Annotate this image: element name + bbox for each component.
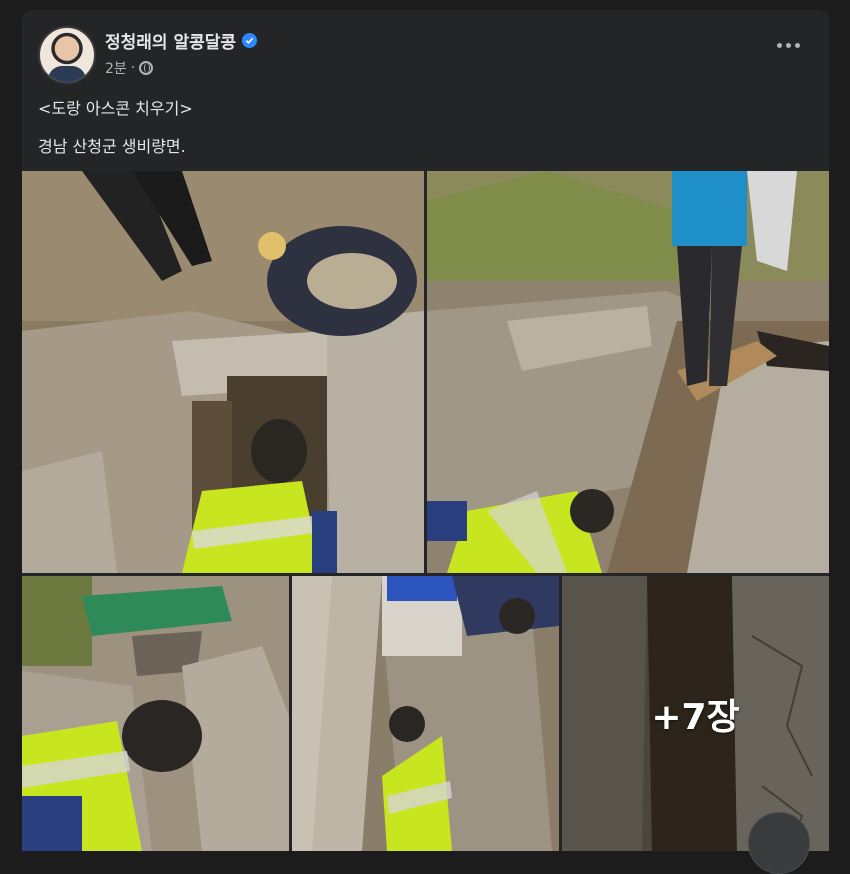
- floating-action-button[interactable]: [748, 812, 810, 874]
- post-text-title: <도랑 아스콘 치우기>: [38, 99, 193, 118]
- globe-icon[interactable]: [139, 61, 154, 75]
- more-options-icon[interactable]: [777, 38, 803, 52]
- author-avatar[interactable]: [38, 26, 96, 84]
- photo-4[interactable]: [292, 576, 559, 851]
- photo-2[interactable]: [427, 171, 829, 573]
- photo-5[interactable]: +7장: [562, 576, 829, 851]
- more-photos-overlay[interactable]: +7장: [562, 576, 829, 851]
- more-photos-count[interactable]: +7장: [651, 688, 739, 740]
- post-meta: 2분 ·: [105, 58, 154, 78]
- meta-separator: ·: [130, 60, 136, 76]
- verified-badge-icon: [242, 33, 258, 48]
- post-card: 정청래의 알콩달콩 2분 · <도랑 아스콘 치우기> 경남 산청군 생비량면.: [22, 10, 829, 851]
- author-name[interactable]: 정청래의 알콩달콩: [105, 28, 236, 53]
- author-name-row[interactable]: 정청래의 알콩달콩: [105, 28, 258, 53]
- post-header: 정청래의 알콩달콩 2분 · <도랑 아스콘 치우기> 경남 산청군 생비량면.: [22, 10, 829, 170]
- avatar-suit: [48, 66, 86, 82]
- post-time[interactable]: 2분: [105, 58, 127, 78]
- photo-1[interactable]: [22, 171, 424, 573]
- photo-3[interactable]: [22, 576, 289, 851]
- post-text-location: 경남 산청군 생비량면.: [38, 137, 186, 156]
